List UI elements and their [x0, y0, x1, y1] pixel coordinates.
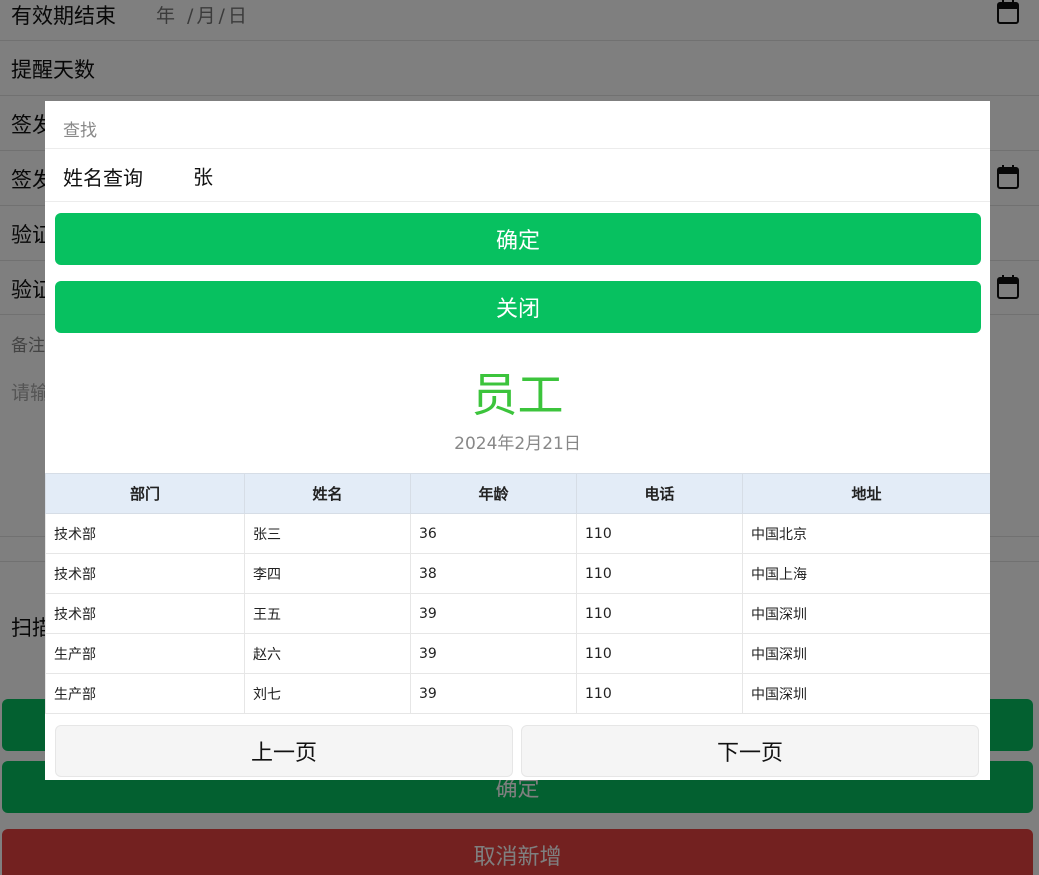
- cell-name: 李四: [244, 553, 411, 594]
- cell-phone: 110: [576, 593, 743, 634]
- cell-age: 38: [410, 553, 577, 594]
- report-date: 2024年2月21日: [454, 434, 581, 454]
- cell-address: 中国深圳: [742, 633, 990, 674]
- cell-address: 中国深圳: [742, 593, 990, 634]
- close-button[interactable]: 关闭: [55, 281, 981, 333]
- dialog-header: 查找: [45, 101, 990, 149]
- cell-department: 生产部: [45, 633, 245, 674]
- cell-age: 39: [410, 593, 577, 634]
- cell-department: 技术部: [45, 593, 245, 634]
- header-phone[interactable]: 电话: [576, 473, 743, 514]
- table-row[interactable]: 生产部 赵六 39 110 中国深圳: [45, 633, 990, 674]
- cell-phone: 110: [576, 673, 743, 714]
- cell-address: 中国北京: [742, 513, 990, 554]
- table-row[interactable]: 技术部 张三 36 110 中国北京: [45, 513, 990, 554]
- cell-address: 中国深圳: [742, 673, 990, 714]
- cell-department: 生产部: [45, 673, 245, 714]
- table-row[interactable]: 技术部 王五 39 110 中国深圳: [45, 593, 990, 634]
- employee-table: 部门 姓名 年龄 电话 地址 技术部 张三 36 110 中国北京 技术部 李四…: [45, 473, 990, 714]
- prev-page-button[interactable]: 上一页: [55, 725, 513, 777]
- employee-title: 员工: [471, 368, 564, 422]
- name-search-label: 姓名查询: [63, 166, 143, 190]
- table-header-row: 部门 姓名 年龄 电话 地址: [45, 473, 990, 514]
- cell-age: 39: [410, 633, 577, 674]
- header-address[interactable]: 地址: [742, 473, 990, 514]
- header-name[interactable]: 姓名: [244, 473, 411, 514]
- cell-department: 技术部: [45, 553, 245, 594]
- next-page-button[interactable]: 下一页: [521, 725, 979, 777]
- cell-phone: 110: [576, 553, 743, 594]
- cell-phone: 110: [576, 633, 743, 674]
- cell-name: 张三: [244, 513, 411, 554]
- cell-department: 技术部: [45, 513, 245, 554]
- cell-name: 赵六: [244, 633, 411, 674]
- search-dialog: 查找 姓名查询 确定 关闭 员工 2024年2月21日 部门 姓名 年龄 电话 …: [45, 101, 990, 780]
- cell-age: 36: [410, 513, 577, 554]
- cell-name: 刘七: [244, 673, 411, 714]
- header-age[interactable]: 年龄: [410, 473, 577, 514]
- cell-phone: 110: [576, 513, 743, 554]
- cell-address: 中国上海: [742, 553, 990, 594]
- cell-age: 39: [410, 673, 577, 714]
- dialog-header-title: 查找: [63, 121, 97, 141]
- header-department[interactable]: 部门: [45, 473, 245, 514]
- table-row[interactable]: 生产部 刘七 39 110 中国深圳: [45, 673, 990, 714]
- name-search-input[interactable]: [193, 159, 953, 191]
- confirm-button[interactable]: 确定: [55, 213, 981, 265]
- name-search-row: 姓名查询: [45, 149, 990, 202]
- cell-name: 王五: [244, 593, 411, 634]
- table-row[interactable]: 技术部 李四 38 110 中国上海: [45, 553, 990, 594]
